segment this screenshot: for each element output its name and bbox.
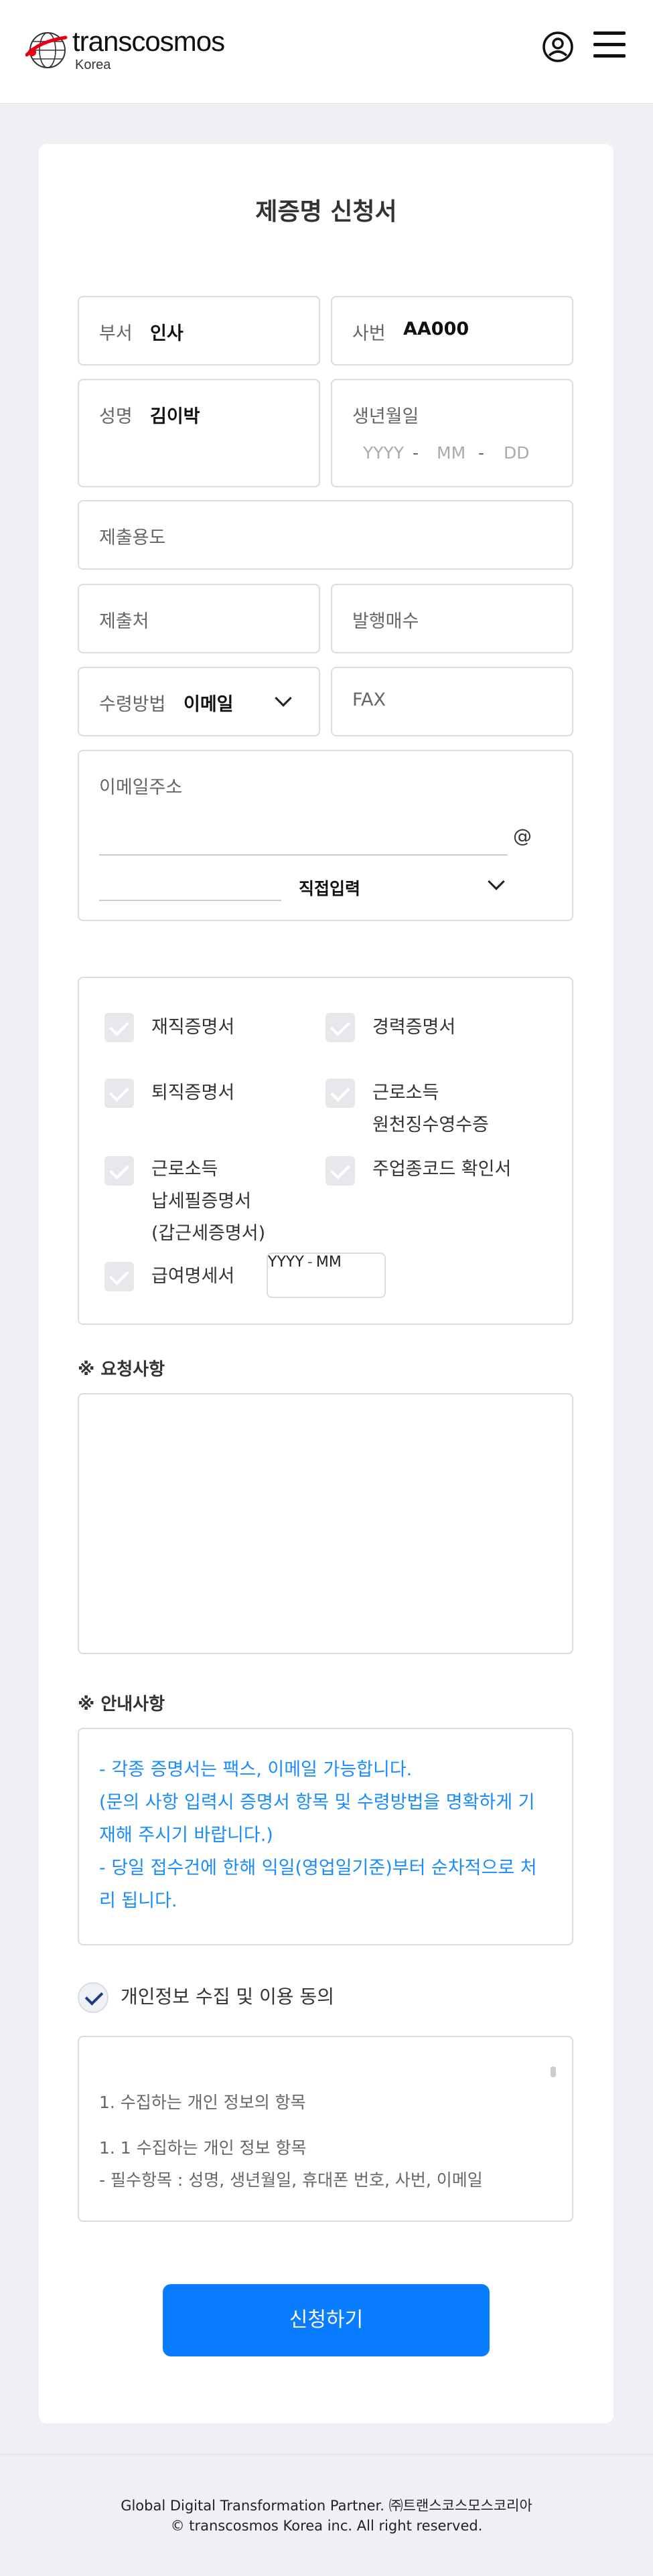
notice-line: 재해 주시기 바랍니다.) [99, 1825, 273, 1846]
notice-line: - 당일 접수건에 한해 익일(영업일기준)부터 순차적으로 처 [99, 1858, 537, 1878]
footer-tagline: Global Digital Transformation Partner. ㈜… [121, 2498, 532, 2514]
payslip-separator: - [307, 1254, 313, 1271]
email-label: 이메일주소 [99, 777, 183, 798]
payslip-month-input[interactable]: MM [316, 1254, 342, 1271]
hamburger-menu-icon[interactable] [593, 31, 626, 60]
checkbox-income-label-line2: 원천징수영수증 [372, 1115, 489, 1135]
notice-line: - 각종 증명서는 팩스, 이메일 가능합니다. [99, 1759, 413, 1780]
globe-icon [25, 32, 68, 68]
birthdate-label: 생년월일 [352, 406, 419, 427]
notice-line: 리 됩니다. [99, 1890, 177, 1911]
name-field[interactable]: 성명 김이박 [78, 379, 320, 487]
logo-country-text: Korea [75, 58, 111, 72]
privacy-terms-line: 1. 수집하는 개인 정보의 항목 [99, 2093, 306, 2112]
checkbox-income-label-line1: 근로소득 [372, 1082, 439, 1103]
department-label: 부서 [99, 323, 133, 344]
purpose-placeholder: 제출용도 [99, 528, 166, 548]
privacy-terms-line: 1. 1 수집하는 개인 정보 항목 [99, 2138, 307, 2158]
payslip-year-input[interactable]: YYYY [268, 1254, 304, 1271]
checkbox-retirement[interactable] [104, 1078, 134, 1108]
payslip-date-field: YYYY - MM [267, 1253, 386, 1298]
site-footer: Global Digital Transformation Partner. ㈜… [0, 2454, 653, 2576]
birth-separator-2: - [478, 443, 485, 463]
receive-method-select[interactable]: 수령방법 이메일 [78, 667, 320, 736]
birth-month-input[interactable]: MM [437, 443, 465, 463]
user-account-icon[interactable] [541, 30, 575, 64]
email-field: 이메일주소 @ 직접입력 [78, 750, 573, 921]
privacy-terms-box[interactable]: 1. 수집하는 개인 정보의 항목 1. 1 수집하는 개인 정보 항목 - 필… [78, 2036, 573, 2222]
name-label: 성명 [99, 406, 133, 427]
receive-method-value: 이메일 [184, 694, 234, 715]
checkbox-business-code[interactable] [325, 1156, 355, 1186]
fax-field[interactable]: FAX [331, 667, 573, 736]
employee-number-label: 사번 [352, 323, 386, 344]
employee-number-field[interactable]: 사번 AA000 [331, 296, 573, 366]
footer-copyright: © transcosmos Korea inc. All right reser… [170, 2518, 483, 2534]
request-heading: ※ 요청사항 [78, 1360, 165, 1380]
employee-number-value: AA000 [403, 319, 469, 339]
birthdate-field: 생년월일 YYYY - MM - DD [331, 379, 573, 487]
copies-field[interactable]: 발행매수 [331, 584, 573, 653]
chevron-down-icon [275, 690, 292, 707]
chevron-down-icon [488, 873, 505, 890]
checkbox-business-code-label: 주업종코드 확인서 [372, 1159, 512, 1180]
name-value: 김이박 [150, 406, 200, 427]
transcosmos-logo[interactable]: transcosmos Korea [25, 25, 225, 74]
submit-to-field[interactable]: 제출처 [78, 584, 320, 653]
at-sign: @ [513, 825, 532, 847]
logo-brand-text: transcosmos [72, 25, 225, 57]
request-textarea[interactable] [78, 1393, 573, 1654]
purpose-field[interactable]: 제출용도 [78, 500, 573, 570]
application-form-card: 제증명 신청서 부서 인사 사번 AA000 성명 김이박 생년월일 YYYY … [39, 144, 613, 2423]
checkbox-payslip[interactable] [104, 1262, 134, 1291]
privacy-terms-line: - 필수항목 : 성명, 생년월일, 휴대폰 번호, 사번, 이메일 [99, 2170, 483, 2190]
notice-box: - 각종 증명서는 팩스, 이메일 가능합니다. (문의 사항 입력시 증명서 … [78, 1728, 573, 1945]
receive-method-label: 수령방법 [99, 694, 166, 715]
checkbox-employment[interactable] [104, 1013, 134, 1042]
checkbox-retirement-label: 퇴직증명서 [151, 1082, 235, 1103]
privacy-agree-label: 개인정보 수집 및 이용 동의 [121, 1986, 334, 2008]
checkbox-payslip-label: 급여명세서 [151, 1266, 235, 1287]
email-local-input[interactable] [99, 854, 508, 856]
email-domain-input[interactable] [99, 900, 281, 901]
notice-heading: ※ 안내사항 [78, 1694, 165, 1714]
page-title: 제증명 신청서 [255, 198, 397, 226]
privacy-agree-checkbox[interactable] [78, 1982, 108, 2013]
checkbox-career-label: 경력증명서 [372, 1017, 456, 1038]
birth-day-input[interactable]: DD [504, 443, 530, 463]
privacy-scrollbar[interactable] [551, 2067, 556, 2077]
site-header: transcosmos Korea [0, 0, 653, 104]
checkbox-tax-label-line3: (갑근세증명서) [151, 1223, 266, 1244]
department-value: 인사 [150, 323, 184, 344]
fax-placeholder: FAX [352, 690, 386, 710]
checkbox-employment-label: 재직증명서 [151, 1017, 235, 1038]
checkbox-tax-label-line2: 납세필증명서 [151, 1191, 252, 1212]
certificate-options: 재직증명서 경력증명서 퇴직증명서 근로소득 원천징수영수증 근로소득 납세필증… [78, 977, 573, 1325]
copies-placeholder: 발행매수 [352, 611, 419, 632]
checkbox-tax-payment[interactable] [104, 1156, 134, 1186]
checkbox-career[interactable] [325, 1013, 355, 1042]
submit-button[interactable]: 신청하기 [163, 2284, 490, 2356]
email-domain-select[interactable]: 직접입력 [299, 876, 360, 900]
checkbox-tax-label-line1: 근로소득 [151, 1159, 218, 1180]
submit-to-placeholder: 제출처 [99, 611, 149, 632]
department-field[interactable]: 부서 인사 [78, 296, 320, 366]
notice-line: (문의 사항 입력시 증명서 항목 및 수령방법을 명확하게 기 [99, 1792, 535, 1813]
checkbox-income-withholding[interactable] [325, 1078, 355, 1108]
birth-year-input[interactable]: YYYY [363, 443, 404, 463]
birth-separator-1: - [413, 443, 419, 463]
